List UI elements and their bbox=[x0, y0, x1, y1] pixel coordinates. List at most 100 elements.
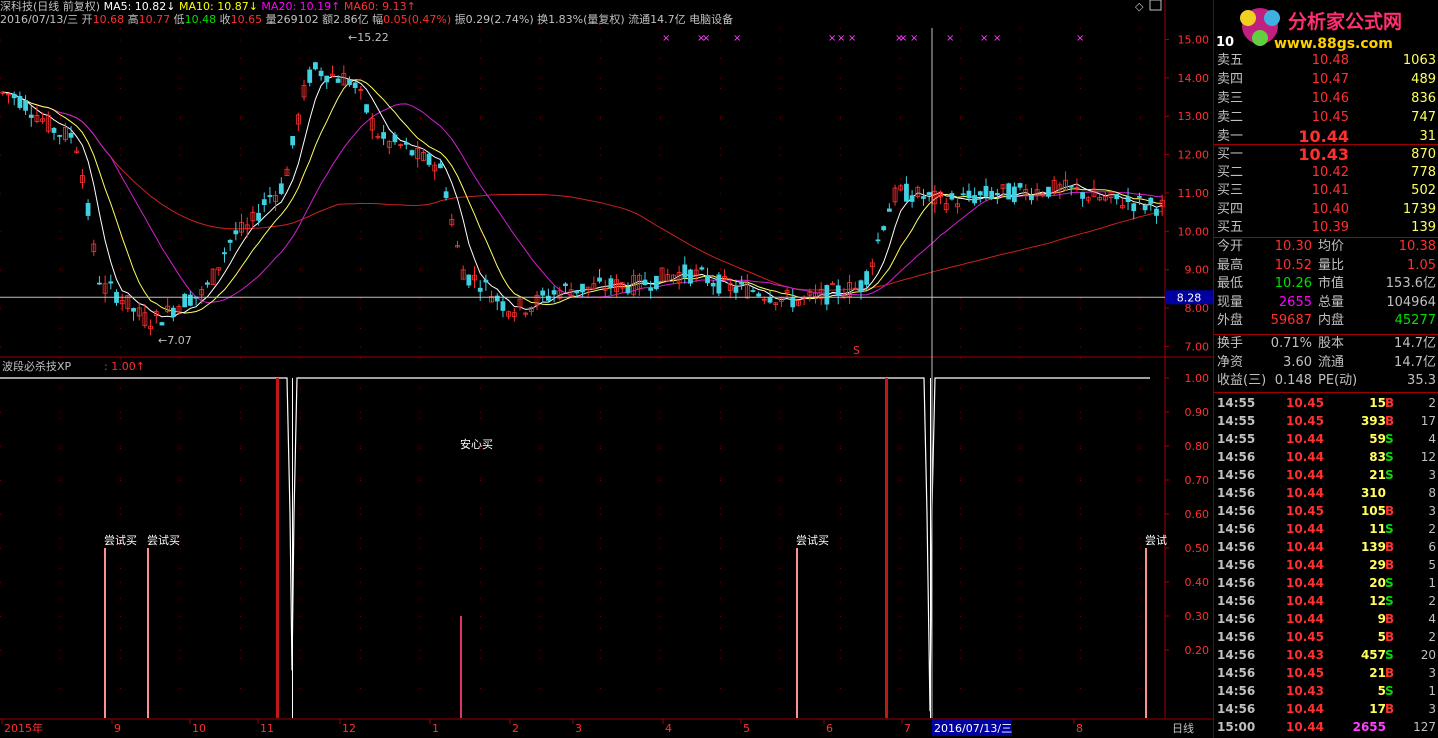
price-tick-label: 7.00 bbox=[1185, 340, 1210, 353]
stat-label: 外盘 bbox=[1217, 313, 1244, 329]
candle-body bbox=[739, 282, 745, 285]
candle-body bbox=[1046, 186, 1051, 197]
candle-body bbox=[1142, 204, 1148, 211]
fund-label: 股本 bbox=[1318, 336, 1345, 351]
stat-value: 45277 bbox=[1394, 313, 1436, 329]
indicator-tick-label: 0.30 bbox=[1185, 610, 1210, 623]
tick-price: 10.44 bbox=[1286, 450, 1324, 464]
header-field: 收 bbox=[216, 13, 231, 26]
stat-value: 10.52 bbox=[1274, 257, 1312, 273]
try-buy-label: 尝试买 bbox=[147, 534, 180, 547]
header-field: 2.86亿 bbox=[333, 13, 369, 26]
candle-body bbox=[960, 193, 966, 196]
candle-body bbox=[381, 132, 386, 139]
candle-body bbox=[858, 280, 864, 293]
tick-row: 15:00 10.44 2655 127 bbox=[1214, 718, 1438, 736]
candle-body bbox=[256, 212, 261, 221]
book-label: 买五 bbox=[1217, 219, 1244, 235]
sell-level: 卖四 10.47 489 bbox=[1214, 71, 1438, 89]
signal-cross-marker: × bbox=[662, 33, 670, 44]
tick-row: 14:56 10.44 17 B 3 bbox=[1214, 700, 1438, 718]
tick-volume: 2655 bbox=[1352, 720, 1386, 734]
tick-volume: 12 bbox=[1369, 594, 1386, 608]
try-buy-bar bbox=[147, 548, 149, 718]
candle-body bbox=[233, 230, 239, 235]
buy-level: 买四 10.40 1739 bbox=[1214, 201, 1438, 219]
candle-body bbox=[756, 293, 762, 297]
ma-line bbox=[2, 76, 1163, 318]
header-field: 10.65 bbox=[230, 13, 263, 26]
tick-time: 14:56 bbox=[1217, 594, 1256, 608]
book-volume: 778 bbox=[1411, 165, 1436, 181]
time-tick-label: 2015年 bbox=[4, 721, 43, 735]
candle-body bbox=[403, 142, 409, 145]
candle-body bbox=[57, 135, 63, 137]
candle-body bbox=[347, 79, 352, 85]
tick-price: 10.43 bbox=[1286, 684, 1324, 698]
chart-grid bbox=[0, 0, 1213, 720]
tick-count: 127 bbox=[1413, 720, 1436, 734]
time-tick-label: 7 bbox=[904, 722, 911, 735]
candle-body bbox=[108, 281, 114, 284]
tick-volume: 139 bbox=[1360, 540, 1386, 554]
fund-value: 35.3 bbox=[1407, 373, 1436, 389]
tick-count: 5 bbox=[1428, 558, 1436, 572]
tick-count: 20 bbox=[1420, 648, 1436, 662]
tick-time: 14:56 bbox=[1217, 702, 1256, 716]
indicator-panel: 波段必杀技XP: 1.00↑尝试买 尝试买 尝试买 尝试安心买 bbox=[0, 359, 1167, 718]
candle-body bbox=[886, 208, 892, 212]
candle-body bbox=[17, 95, 23, 108]
header-field: 2016/07/13/三 bbox=[0, 13, 79, 26]
indicator-tick-label: 0.50 bbox=[1185, 542, 1210, 555]
tick-side: B bbox=[1385, 558, 1395, 572]
tick-count: 3 bbox=[1428, 702, 1436, 716]
book-volume: 1063 bbox=[1402, 53, 1436, 68]
candle-body bbox=[904, 183, 909, 202]
candle-body bbox=[574, 290, 580, 294]
book-price: 10.42 bbox=[1311, 165, 1349, 181]
book-label: 卖二 bbox=[1217, 110, 1244, 125]
fund-row: 换手 0.71% 股本 14.7亿 bbox=[1214, 335, 1438, 353]
candle-body bbox=[926, 192, 932, 195]
tick-row: 14:56 10.45 105 B 3 bbox=[1214, 502, 1438, 520]
candle-body bbox=[392, 134, 398, 143]
stock-code-partial: 10 bbox=[1216, 35, 1234, 50]
candle-body bbox=[438, 163, 443, 169]
book-price: 10.41 bbox=[1311, 183, 1349, 199]
stat-value: 2655 bbox=[1278, 294, 1312, 310]
price-tick-label: 14.00 bbox=[1178, 72, 1210, 85]
sell-level: 卖三 10.46 836 bbox=[1214, 90, 1438, 108]
candle-body bbox=[1017, 183, 1023, 188]
candle-body bbox=[159, 322, 165, 326]
tick-row: 14:56 10.44 310 8 bbox=[1214, 484, 1438, 502]
header-field: 0.05(0.47%) bbox=[383, 13, 452, 26]
book-label: 买四 bbox=[1217, 201, 1244, 217]
tick-row: 14:55 10.45 15 B 2 bbox=[1214, 394, 1438, 412]
fund-label: 收益(三) bbox=[1217, 373, 1267, 389]
moving-averages bbox=[2, 76, 1163, 318]
kline-chart[interactable]: 波段必杀技XP: 1.00↑尝试买 尝试买 尝试买 尝试安心买 15.00 14.00 1… bbox=[0, 0, 1213, 738]
candle-body bbox=[1029, 194, 1034, 201]
tick-volume: 59 bbox=[1369, 432, 1386, 446]
sell-level: 卖二 10.45 747 bbox=[1214, 109, 1438, 127]
s-marker: S bbox=[853, 344, 860, 357]
tick-row: 14:56 10.44 139 B 6 bbox=[1214, 538, 1438, 556]
tick-side: B bbox=[1385, 504, 1395, 518]
tick-volume: 105 bbox=[1360, 504, 1386, 518]
header-field: 10.77 bbox=[138, 13, 171, 26]
tick-volume: 83 bbox=[1369, 450, 1386, 464]
stat-value: 10.26 bbox=[1274, 276, 1312, 292]
book-label: 卖五 bbox=[1217, 53, 1244, 68]
tick-time: 14:56 bbox=[1217, 648, 1256, 662]
tick-count: 2 bbox=[1428, 630, 1436, 644]
fund-value: 0.71% bbox=[1270, 336, 1312, 351]
candle-body bbox=[23, 100, 28, 111]
tick-time: 14:55 bbox=[1217, 396, 1256, 410]
signal-cross-marker: × bbox=[733, 33, 741, 44]
time-tick-label: 11 bbox=[260, 722, 274, 735]
candle-body bbox=[290, 136, 296, 146]
time-tick-label: 3 bbox=[575, 722, 582, 735]
price-tick-label: 15.00 bbox=[1178, 34, 1210, 47]
signal-cross-marker: × bbox=[1076, 33, 1084, 44]
tick-side: B bbox=[1385, 396, 1395, 410]
